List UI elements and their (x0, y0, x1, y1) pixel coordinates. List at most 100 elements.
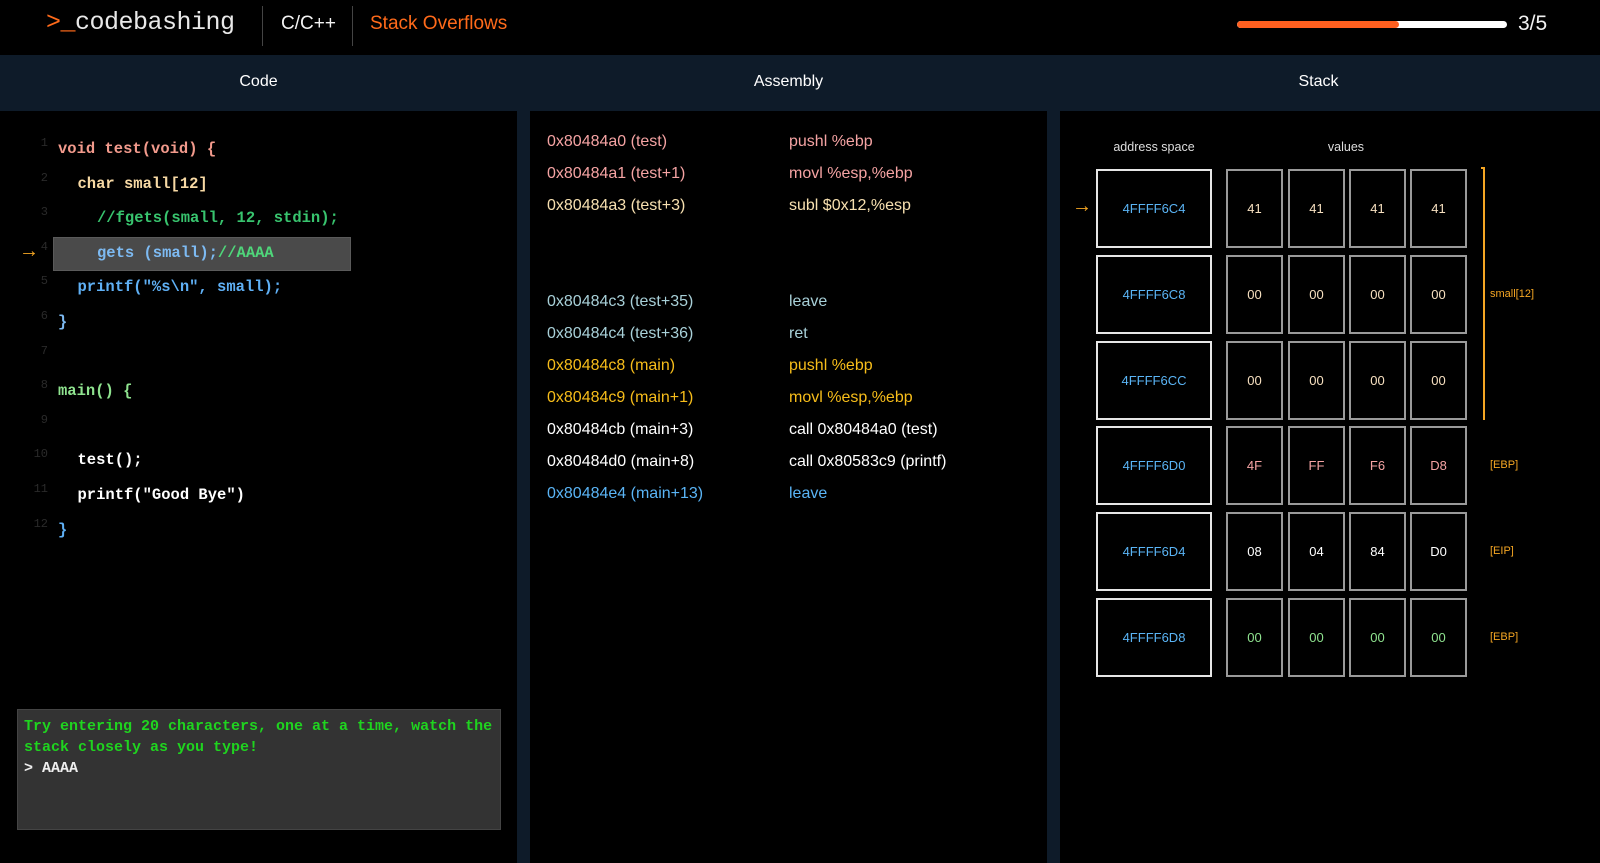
assembly-instruction: call 0x80583c9 (printf) (789, 453, 947, 470)
assembly-instruction: pushl %ebp (789, 357, 873, 374)
line-number: 11 (33, 482, 48, 496)
progress-bar (1237, 21, 1507, 28)
code-token: char small[12] (77, 174, 208, 193)
stack-value-cell[interactable]: 41 (1226, 169, 1283, 248)
stack-address-cell[interactable]: 4FFFF6D4 (1096, 512, 1212, 592)
lesson-title: Stack Overflows (370, 13, 508, 34)
stack-value-cell[interactable]: 04 (1288, 512, 1345, 592)
assembly-address: 0x80484a1 (test+1) (547, 165, 686, 182)
code-line: gets (small);//AAAA (97, 244, 274, 262)
code-line: test(); (78, 451, 143, 469)
assembly-instruction: subl $0x12,%esp (789, 197, 911, 214)
assembly-address: 0x80484c3 (test+35) (547, 293, 694, 310)
line-number: 12 (33, 516, 48, 531)
logo-text: codebashing (75, 8, 235, 37)
assembly-address: 0x80484e4 (main+13) (547, 485, 704, 502)
stack-address-cell[interactable]: 4FFFF6C8 (1096, 254, 1212, 334)
arrow-right-icon: → (1072, 195, 1092, 217)
stack-value-cell[interactable]: FF (1288, 426, 1345, 506)
arrow-right-icon: → (19, 239, 39, 262)
divider (352, 6, 353, 46)
code-token: //AAAA (217, 243, 274, 262)
stack-value-cell[interactable]: 00 (1349, 340, 1406, 420)
assembly-address: 0x80484a3 (test+3) (547, 197, 686, 214)
code-line: main() { (58, 382, 132, 400)
code-token: //fgets(small, 12, stdin); (97, 209, 339, 228)
logo-prompt: >_ (46, 8, 76, 37)
code-line: char small[12] (78, 175, 208, 193)
panel-divider (517, 111, 530, 863)
assembly-instruction: leave (789, 485, 828, 502)
code-token: printf("%s\n", small); (77, 278, 283, 297)
stack-value-cell[interactable]: 41 (1349, 169, 1406, 248)
stack-address-cell[interactable]: 4FFFF6CC (1096, 340, 1212, 420)
assembly-address: 0x80484c8 (main) (547, 357, 676, 374)
panel-divider (1047, 111, 1060, 863)
code-line: //fgets(small, 12, stdin); (97, 209, 339, 227)
code-token: printf("Good Bye") (77, 486, 245, 504)
code-token: } (58, 520, 68, 539)
stack-value-cell[interactable]: 00 (1288, 254, 1345, 334)
stack-row-label: [EBP] (1490, 631, 1519, 643)
line-number: 6 (40, 309, 48, 323)
stack-address-cell[interactable]: 4FFFF6D0 (1096, 426, 1212, 506)
code-token: main() { (58, 382, 133, 401)
stack-value-cell[interactable]: 00 (1349, 598, 1406, 677)
stack-value-cell[interactable]: 4F (1226, 426, 1283, 506)
stack-value-cell[interactable]: D8 (1410, 426, 1467, 506)
code-column-title: Code (239, 73, 278, 90)
codebashing-logo[interactable]: >_codebashing (46, 8, 235, 37)
stack-value-cell[interactable]: 00 (1410, 254, 1467, 334)
stack-value-cell[interactable]: 08 (1226, 512, 1283, 592)
line-number: 2 (40, 170, 48, 185)
stack-value-cell[interactable]: D0 (1410, 512, 1467, 592)
assembly-instruction: ret (789, 325, 808, 342)
assembly-address: 0x80484a0 (test) (547, 133, 668, 150)
stack-value-cell[interactable]: F6 (1349, 426, 1406, 506)
line-number: 3 (40, 205, 48, 220)
line-number: 7 (40, 343, 48, 358)
stack-value-cell[interactable]: 41 (1410, 169, 1467, 248)
stack-address-cell[interactable]: 4FFFF6C4 (1096, 169, 1212, 248)
stack-value-cell[interactable]: 00 (1288, 598, 1345, 677)
stack-value-cell[interactable]: 00 (1288, 340, 1345, 420)
stack-column-title: Stack (1298, 73, 1339, 90)
stack-address-cell[interactable]: 4FFFF6D8 (1096, 598, 1212, 677)
address-space-header: address space (1113, 140, 1195, 154)
code-line: printf("Good Bye") (78, 486, 245, 504)
assembly-address: 0x80484cb (main+3) (547, 421, 694, 438)
stack-value-cell[interactable]: 00 (1349, 254, 1406, 334)
code-token: gets (small); (97, 243, 218, 262)
values-header: values (1327, 140, 1365, 154)
assembly-instruction: call 0x80484a0 (test) (789, 421, 938, 438)
line-number: 1 (40, 136, 48, 150)
assembly-instruction: leave (789, 293, 828, 310)
language-label[interactable]: C/C++ (281, 13, 336, 35)
stack-value-cell[interactable]: 00 (1410, 598, 1467, 677)
stack-value-cell[interactable]: 00 (1226, 254, 1283, 334)
stack-value-cell[interactable]: 41 (1288, 169, 1345, 248)
code-token: test(); (77, 451, 143, 470)
small-buffer-label: small[12] (1490, 288, 1535, 300)
divider (262, 6, 263, 46)
assembly-instruction: movl %esp,%ebp (789, 389, 913, 406)
stack-value-cell[interactable]: 84 (1349, 512, 1406, 592)
assembly-column-title: Assembly (753, 73, 824, 90)
step-counter: 3/5 (1518, 12, 1548, 35)
terminal-input[interactable]: > AAAA (24, 758, 494, 779)
line-number: 10 (33, 447, 48, 462)
stack-row-label: [EIP] (1490, 545, 1514, 558)
terminal[interactable]: Try entering 20 characters, one at a tim… (17, 709, 501, 830)
assembly-address: 0x80484c4 (test+36) (547, 325, 694, 342)
assembly-instruction: pushl %ebp (789, 133, 873, 150)
stack-value-cell[interactable]: 00 (1410, 340, 1467, 420)
assembly-address: 0x80484c9 (main+1) (547, 389, 694, 406)
stack-row-label: [EBP] (1490, 459, 1519, 472)
code-line: } (58, 313, 67, 331)
line-number: 5 (40, 274, 48, 289)
code-line: void test(void) { (58, 140, 216, 158)
code-line: printf("%s\n", small); (78, 278, 283, 296)
code-token: } (58, 313, 68, 331)
stack-value-cell[interactable]: 00 (1226, 598, 1283, 677)
stack-value-cell[interactable]: 00 (1226, 340, 1283, 420)
